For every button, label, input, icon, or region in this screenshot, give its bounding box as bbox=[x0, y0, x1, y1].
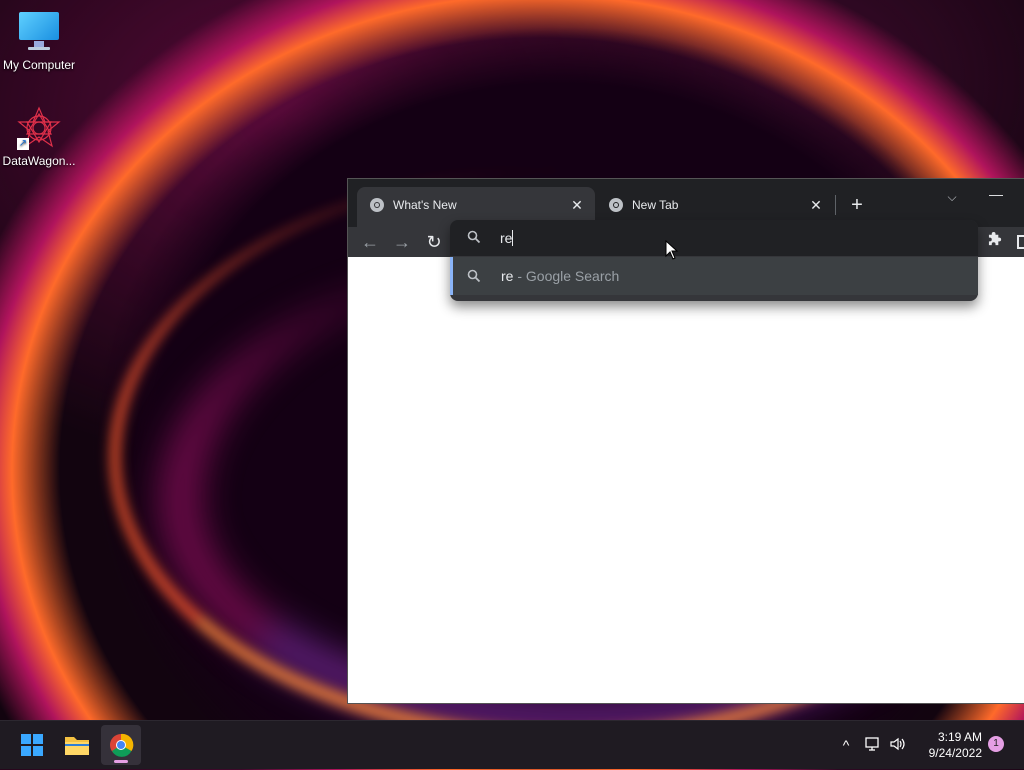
active-app-indicator bbox=[114, 760, 128, 763]
file-explorer-button[interactable] bbox=[57, 725, 97, 765]
reload-button[interactable]: ↻ bbox=[421, 229, 447, 255]
computer-icon bbox=[17, 10, 61, 54]
search-icon bbox=[467, 230, 481, 244]
tab-close-icon[interactable]: ✕ bbox=[567, 195, 587, 215]
omnibox-dropdown: re re - Google Search bbox=[450, 220, 978, 301]
new-tab-button[interactable]: + bbox=[845, 193, 869, 217]
tray-overflow-icon[interactable]: ^ bbox=[836, 735, 856, 755]
taskbar-clock[interactable]: 3:19 AM 9/24/2022 bbox=[916, 729, 982, 761]
omnibox-typed-text: re bbox=[500, 230, 513, 246]
desktop-icon-my-computer[interactable]: My Computer bbox=[0, 10, 78, 72]
tab-close-icon[interactable]: ✕ bbox=[806, 195, 826, 215]
tab-search-button[interactable]: ⌵ bbox=[940, 185, 964, 209]
windows-logo-icon bbox=[21, 734, 43, 756]
chrome-favicon-icon bbox=[609, 198, 623, 212]
mouse-pointer-icon bbox=[665, 240, 679, 260]
search-icon bbox=[467, 269, 481, 283]
chrome-favicon-icon bbox=[370, 198, 384, 212]
omnibox-input[interactable]: re bbox=[450, 220, 978, 256]
chrome-taskbar-button[interactable] bbox=[101, 725, 141, 765]
minimize-button[interactable]: — bbox=[984, 185, 1008, 209]
datawagon-logo-icon: ↗ bbox=[17, 106, 61, 150]
puzzle-icon[interactable] bbox=[984, 231, 1006, 253]
tab-title: What's New bbox=[393, 198, 457, 212]
text-caret bbox=[512, 230, 514, 246]
desktop-icon-label: My Computer bbox=[2, 58, 76, 72]
tab-separator bbox=[835, 195, 836, 215]
back-button[interactable]: ← bbox=[357, 229, 383, 255]
volume-icon[interactable] bbox=[888, 735, 908, 755]
clock-date: 9/24/2022 bbox=[928, 746, 982, 760]
suggestion-suffix: - Google Search bbox=[513, 268, 620, 284]
shortcut-arrow-icon: ↗ bbox=[17, 138, 29, 150]
taskbar: ^ 3:19 AM 9/24/2022 1 bbox=[0, 720, 1024, 769]
network-icon[interactable] bbox=[863, 735, 883, 755]
omnibox-suggestion[interactable]: re - Google Search bbox=[450, 257, 978, 295]
forward-button[interactable]: → bbox=[389, 229, 415, 255]
clock-time: 3:19 AM bbox=[937, 730, 982, 744]
chrome-icon bbox=[110, 733, 134, 757]
start-button[interactable] bbox=[12, 725, 52, 765]
folder-icon bbox=[65, 737, 89, 755]
side-panel-icon[interactable] bbox=[1017, 235, 1024, 249]
desktop-icon-label: DataWagon... bbox=[2, 154, 76, 168]
notification-badge[interactable]: 1 bbox=[988, 736, 1004, 752]
suggestion-query: re bbox=[501, 268, 514, 284]
tab-title: New Tab bbox=[632, 198, 679, 212]
desktop-icon-datawagon[interactable]: ↗ DataWagon... bbox=[0, 106, 78, 168]
